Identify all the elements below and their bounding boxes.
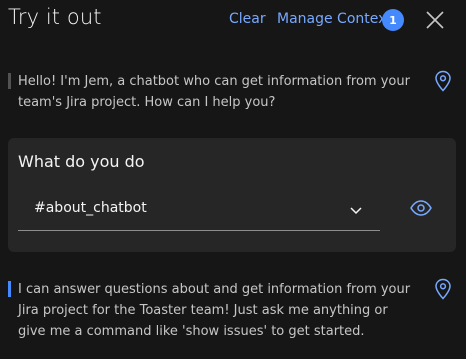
view-eye-icon[interactable] xyxy=(410,200,432,216)
chevron-down-icon xyxy=(350,207,362,215)
bot-message-text: I can answer questions about and get inf… xyxy=(18,282,411,339)
intent-card: What do you do #about_chatbot xyxy=(8,138,456,252)
location-pin-icon[interactable] xyxy=(434,278,452,300)
intent-dropdown[interactable]: #about_chatbot xyxy=(18,190,380,231)
intent-dropdown-value: #about_chatbot xyxy=(34,200,147,216)
context-count-badge: 1 xyxy=(382,9,404,31)
intent-label: What do you do xyxy=(18,152,145,171)
close-icon xyxy=(426,11,444,29)
panel-header: Try it out Clear Manage Context 1 xyxy=(0,0,466,40)
clear-button[interactable]: Clear xyxy=(229,11,266,27)
panel-title: Try it out xyxy=(8,5,102,29)
bot-message-text: Hello! I'm Jem, a chatbot who can get in… xyxy=(18,74,410,110)
manage-context-button[interactable]: Manage Context xyxy=(277,11,392,27)
message-accent-bar xyxy=(8,281,11,297)
message-accent-bar xyxy=(8,73,11,89)
location-pin-icon[interactable] xyxy=(434,70,452,92)
close-button[interactable] xyxy=(423,8,447,32)
